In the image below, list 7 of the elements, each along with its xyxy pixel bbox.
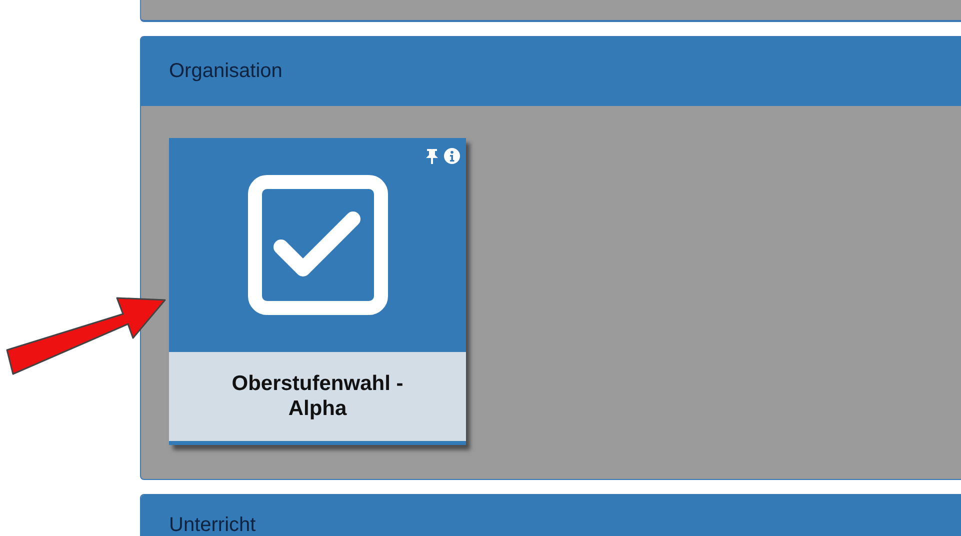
panel-title: Unterricht — [169, 514, 256, 536]
panel-title: Organisation — [169, 60, 282, 83]
info-icon[interactable] — [444, 148, 460, 164]
app-tile[interactable]: Oberstufenwahl - Alpha — [169, 138, 466, 445]
checkbox-icon — [248, 175, 388, 315]
tile-label: Oberstufenwahl - Alpha — [230, 371, 404, 422]
pin-icon[interactable] — [426, 148, 438, 164]
